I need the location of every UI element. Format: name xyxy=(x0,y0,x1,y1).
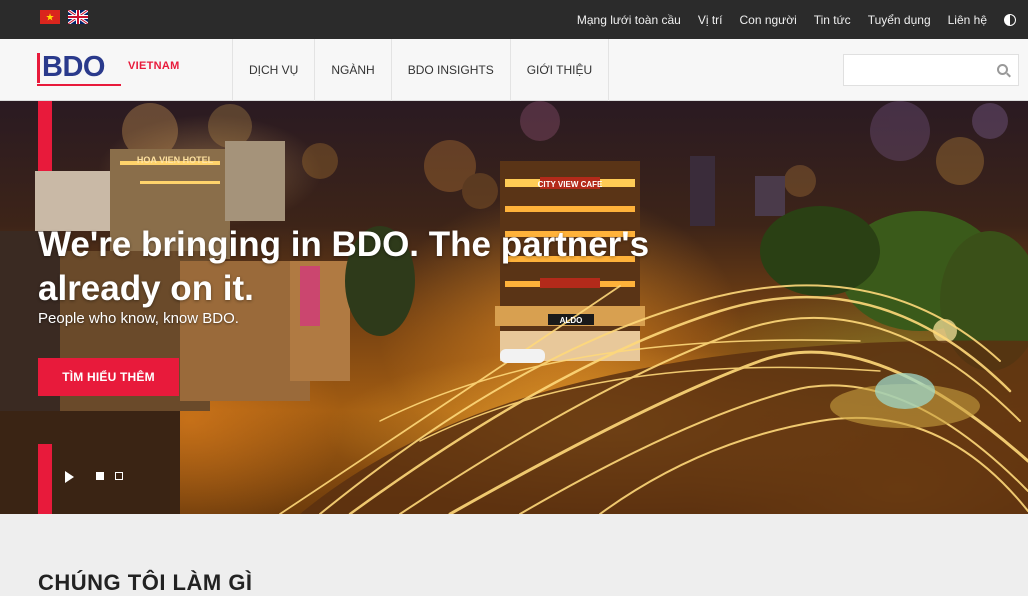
what-we-do-section: CHÚNG TÔI LÀM GÌ xyxy=(0,514,1028,595)
utility-bar: Mạng lưới toàn cầu Vị trí Con người Tin … xyxy=(0,0,1028,39)
link-careers[interactable]: Tuyển dụng xyxy=(868,13,931,27)
section-title: CHÚNG TÔI LÀM GÌ xyxy=(38,570,253,595)
bdo-logo[interactable]: BDO VIETNAM xyxy=(36,51,196,89)
link-contact[interactable]: Liên hệ xyxy=(948,13,987,27)
contrast-toggle-icon[interactable] xyxy=(1004,13,1016,26)
logo-country: VIETNAM xyxy=(128,60,180,72)
nav-item-industries[interactable]: NGÀNH xyxy=(314,39,390,101)
shop-sign: ALDO xyxy=(560,316,583,325)
search-input[interactable] xyxy=(844,55,984,85)
logo-bar xyxy=(37,53,40,83)
nav-item-about[interactable]: GIỚI THIỆU xyxy=(509,39,610,101)
search-icon[interactable] xyxy=(997,64,1008,75)
main-nav: BDO VIETNAM DỊCH VỤ NGÀNH BDO INSIGHTS G… xyxy=(0,39,1028,101)
hero-banner: HOA VIEN HOTEL CITY VIEW CAFE ALDO We're b… xyxy=(0,101,1028,514)
cafe-sign: CITY VIEW CAFE xyxy=(538,180,603,189)
play-icon[interactable] xyxy=(65,471,74,483)
learn-more-button[interactable]: TÌM HIỂU THÊM xyxy=(38,358,179,396)
nav-item-services[interactable]: DỊCH VỤ xyxy=(232,39,314,101)
hero-accent-bottom xyxy=(38,444,52,514)
logo-underline xyxy=(37,84,121,86)
carousel-dot-2[interactable] xyxy=(115,472,123,480)
logo-brand: BDO xyxy=(42,51,105,83)
link-news[interactable]: Tin tức xyxy=(814,13,851,27)
uk-flag-icon[interactable] xyxy=(68,10,88,24)
hero-accent-top xyxy=(38,101,52,171)
hotel-sign: HOA VIEN HOTEL xyxy=(137,155,214,165)
search-box xyxy=(843,54,1019,86)
link-global-network[interactable]: Mạng lưới toàn cầu xyxy=(577,13,681,27)
vietnam-flag-icon[interactable] xyxy=(40,10,60,24)
nav-item-insights[interactable]: BDO INSIGHTS xyxy=(390,39,510,101)
hero-title: We're bringing in BDO. The partner's alr… xyxy=(38,225,650,308)
nav-menu: DỊCH VỤ NGÀNH BDO INSIGHTS GIỚI THIỆU xyxy=(232,39,610,101)
carousel-dot-1[interactable] xyxy=(96,472,104,480)
link-people[interactable]: Con người xyxy=(739,13,796,27)
hero-subtitle: People who know, know BDO. xyxy=(38,310,239,327)
top-links: Mạng lưới toàn cầu Vị trí Con người Tin … xyxy=(560,0,1016,39)
link-locations[interactable]: Vị trí xyxy=(698,13,723,27)
